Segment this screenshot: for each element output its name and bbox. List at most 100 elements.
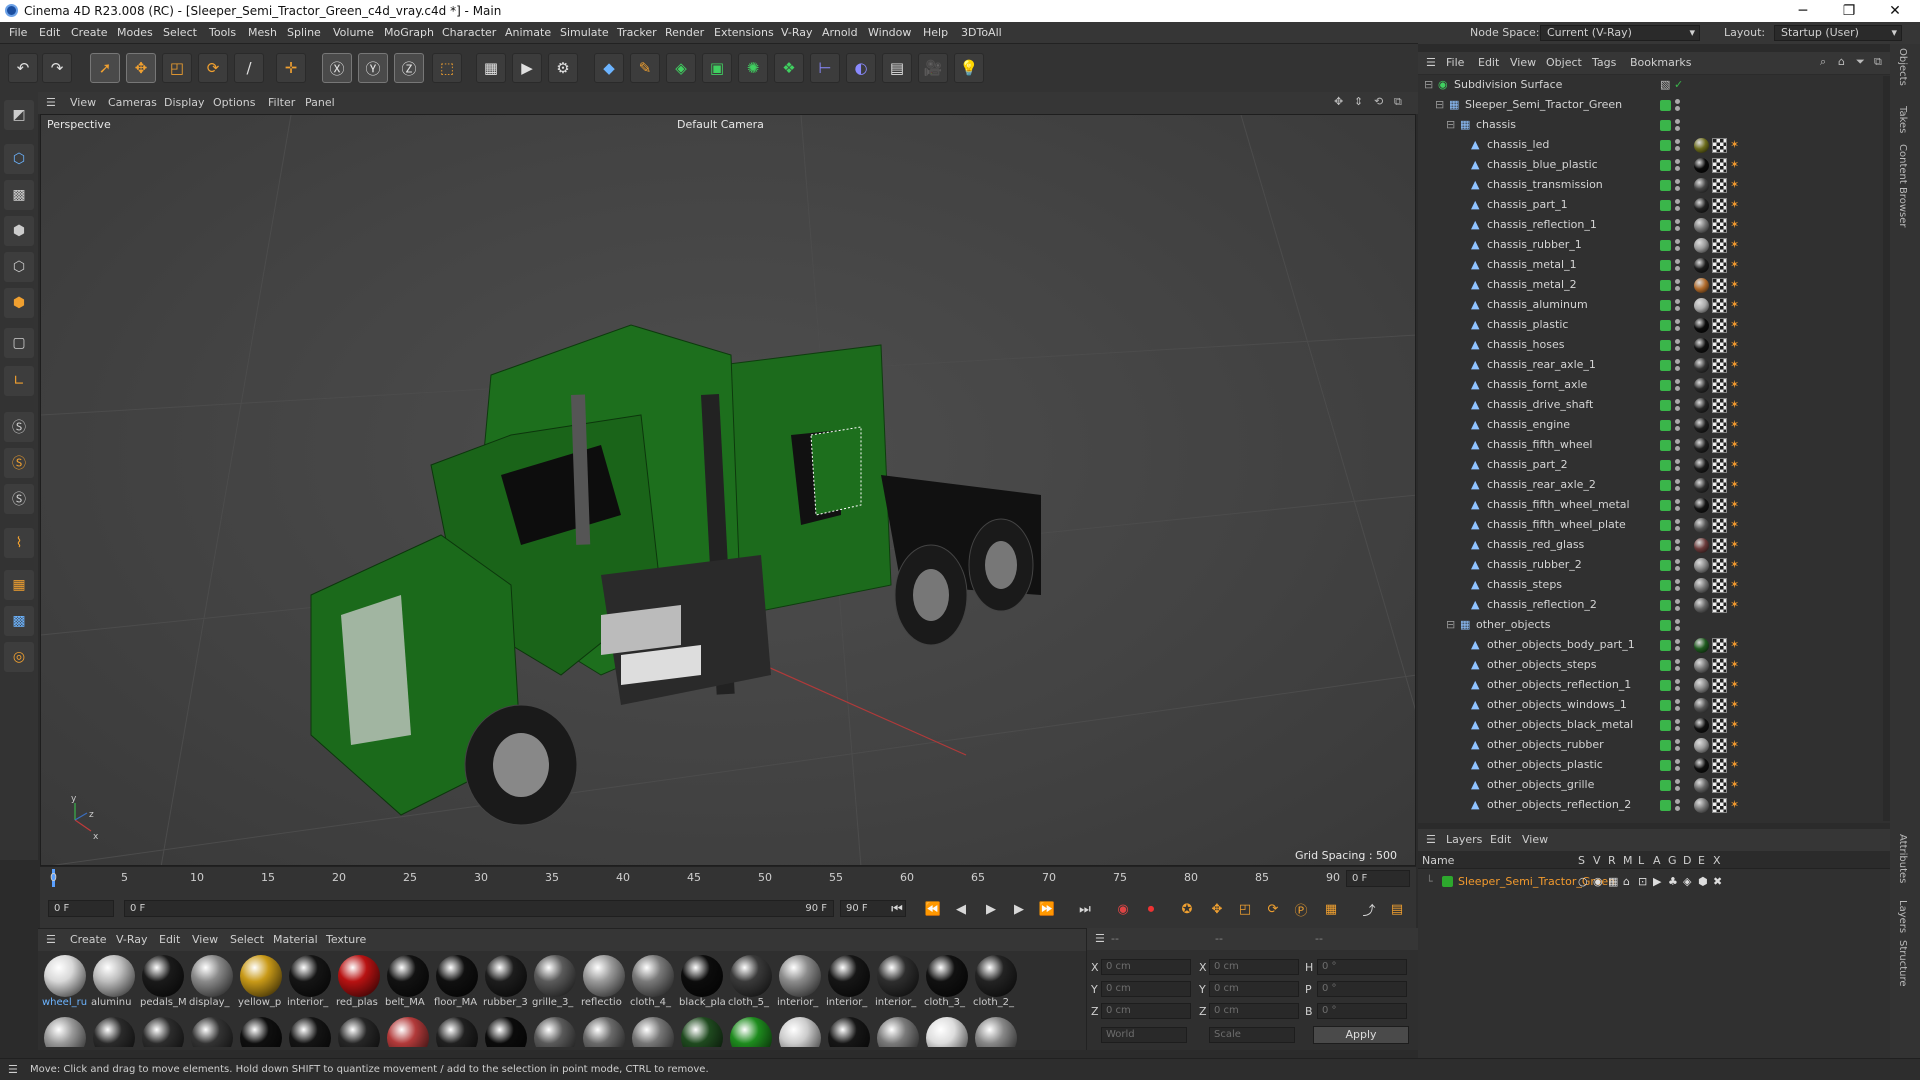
menu-create[interactable]: Create (71, 26, 108, 39)
scale-tool-button[interactable]: ◰ (162, 53, 192, 83)
visibility-dots-icon[interactable] (1674, 478, 1680, 492)
vray-tag-icon[interactable]: ✶ (1730, 359, 1742, 371)
viewport-menu-cameras[interactable]: Cameras (108, 96, 157, 109)
layer-color-icon[interactable] (1660, 580, 1671, 591)
layer-color-icon[interactable] (1660, 780, 1671, 791)
cube-button[interactable]: ◆ (594, 53, 624, 83)
uvw-tag-icon[interactable] (1712, 518, 1727, 533)
tab-attributes[interactable]: Attributes (1897, 834, 1908, 883)
material-tag-icon[interactable] (1694, 438, 1709, 453)
key-position-button[interactable]: ✥ (1206, 898, 1228, 920)
menu-edit[interactable]: Edit (39, 26, 60, 39)
material-tag-icon[interactable] (1694, 598, 1709, 613)
record-button[interactable]: ◉ (1112, 898, 1134, 920)
vray-tag-icon[interactable]: ✶ (1730, 539, 1742, 551)
menu-window[interactable]: Window (868, 26, 911, 39)
uvw-tag-icon[interactable] (1712, 478, 1727, 493)
material-swatch[interactable] (238, 1017, 284, 1047)
uvw-tag-icon[interactable] (1712, 218, 1727, 233)
layer-color-icon[interactable] (1660, 320, 1671, 331)
point-mode-button[interactable]: ⬢ (4, 216, 34, 246)
render-picture-viewer-button[interactable]: ▶ (512, 53, 542, 83)
visibility-dots-icon[interactable] (1674, 558, 1680, 572)
uvw-tag-icon[interactable] (1712, 138, 1727, 153)
lock-z-button[interactable]: Ⓩ (394, 53, 424, 83)
material-swatch[interactable]: cloth_4_ (630, 955, 676, 1011)
layer-color-icon[interactable] (1660, 760, 1671, 771)
render-view-button[interactable]: ▦ (476, 53, 506, 83)
object-row[interactable]: ▲ chassis_rear_axle_1 ✶ (1418, 355, 1890, 375)
layer-color-icon[interactable] (1660, 280, 1671, 291)
material-tag-icon[interactable] (1694, 458, 1709, 473)
next-key-button[interactable]: ⏩ (1036, 898, 1058, 920)
material-swatch[interactable]: floor_MA (434, 955, 480, 1011)
object-row[interactable]: ▲ chassis_drive_shaft ✶ (1418, 395, 1890, 415)
layer-color-icon[interactable] (1660, 500, 1671, 511)
layer-color-icon[interactable] (1660, 800, 1671, 811)
layer-color-icon[interactable] (1660, 360, 1671, 371)
coord-mode-select[interactable]: World (1101, 1027, 1187, 1043)
visibility-dots-icon[interactable] (1674, 538, 1680, 552)
visibility-dots-icon[interactable] (1674, 778, 1680, 792)
uvw-tag-icon[interactable] (1712, 178, 1727, 193)
enabled-check-icon[interactable]: ✓ (1674, 78, 1683, 91)
object-name[interactable]: chassis_transmission (1487, 178, 1603, 191)
camera-button[interactable]: 🎥 (918, 53, 948, 83)
pan-icon[interactable]: ✥ (1334, 95, 1343, 108)
vray-tag-icon[interactable]: ✶ (1730, 179, 1742, 191)
visibility-dots-icon[interactable] (1674, 498, 1680, 512)
object-row[interactable]: ▲ chassis_metal_2 ✶ (1418, 275, 1890, 295)
menu-help[interactable]: Help (923, 26, 948, 39)
menu-vray[interactable]: V-Ray (781, 26, 813, 39)
tab-takes[interactable]: Takes (1897, 106, 1908, 133)
material-swatch[interactable] (924, 1017, 970, 1047)
object-row[interactable]: ▲ other_objects_grille ✶ (1418, 775, 1890, 795)
layer-color-icon[interactable] (1660, 300, 1671, 311)
object-row[interactable]: ▲ chassis_led ✶ (1418, 135, 1890, 155)
snap-button[interactable]: Ⓢ (4, 412, 34, 442)
rotation-h-field[interactable]: 0 ° (1317, 959, 1407, 975)
expand-toggle-icon[interactable]: ⊟ (1446, 618, 1455, 631)
object-name[interactable]: other_objects_reflection_1 (1487, 678, 1631, 691)
rotation-b-field[interactable]: 0 ° (1317, 1003, 1407, 1019)
visibility-dots-icon[interactable] (1674, 658, 1680, 672)
expand-toggle-icon[interactable]: ⊟ (1424, 78, 1433, 91)
search-icon[interactable]: ⌕ (1820, 55, 1826, 69)
autokey-button[interactable]: ⏺ (1140, 898, 1162, 920)
material-swatch[interactable]: aluminu (91, 955, 137, 1011)
uvw-tag-icon[interactable] (1712, 738, 1727, 753)
key-rotation-button[interactable]: ⟳ (1262, 898, 1284, 920)
visibility-dots-icon[interactable] (1674, 158, 1680, 172)
texture-mode-button[interactable]: ▩ (4, 180, 34, 210)
solo-icon[interactable]: ○ (1578, 875, 1588, 888)
menu-render[interactable]: Render (665, 26, 704, 39)
vray-tag-icon[interactable]: ✶ (1730, 199, 1742, 211)
material-swatch[interactable]: cloth_3_ (924, 955, 970, 1011)
uvw-tag-icon[interactable] (1712, 238, 1727, 253)
object-menu-bookmarks[interactable]: Bookmarks (1630, 56, 1691, 69)
object-name[interactable]: chassis_part_1 (1487, 198, 1568, 211)
object-row[interactable]: ▲ chassis_rubber_1 ✶ (1418, 235, 1890, 255)
object-name[interactable]: chassis_plastic (1487, 318, 1568, 331)
vray-tag-icon[interactable]: ✶ (1730, 719, 1742, 731)
material-tag-icon[interactable] (1694, 258, 1709, 273)
vray-tag-icon[interactable]: ✶ (1730, 239, 1742, 251)
hamburger-icon[interactable]: ☰ (1095, 932, 1105, 945)
object-name[interactable]: chassis_reflection_1 (1487, 218, 1597, 231)
material-swatch[interactable]: pedals_M (140, 955, 186, 1011)
filter-icon[interactable]: ⏷ (1856, 55, 1865, 69)
object-row[interactable]: ▲ chassis_fornt_axle ✶ (1418, 375, 1890, 395)
vray-tag-icon[interactable]: ✶ (1730, 279, 1742, 291)
uvw-tag-icon[interactable] (1712, 598, 1727, 613)
orbit-icon[interactable]: ⟲ (1374, 95, 1383, 108)
object-row[interactable]: ▲ chassis_reflection_1 ✶ (1418, 215, 1890, 235)
start-frame-field[interactable]: 0 F (48, 900, 114, 917)
layer-menu-edit[interactable]: Edit (1490, 833, 1511, 846)
object-row[interactable]: ▲ chassis_steps ✶ (1418, 575, 1890, 595)
vray-tag-icon[interactable]: ✶ (1730, 419, 1742, 431)
uvw-tag-icon[interactable] (1712, 318, 1727, 333)
object-name[interactable]: other_objects_steps (1487, 658, 1596, 671)
uv-mode-button[interactable]: ▢ (4, 328, 34, 358)
material-swatch[interactable] (679, 1017, 725, 1047)
object-menu-edit[interactable]: Edit (1478, 56, 1499, 69)
